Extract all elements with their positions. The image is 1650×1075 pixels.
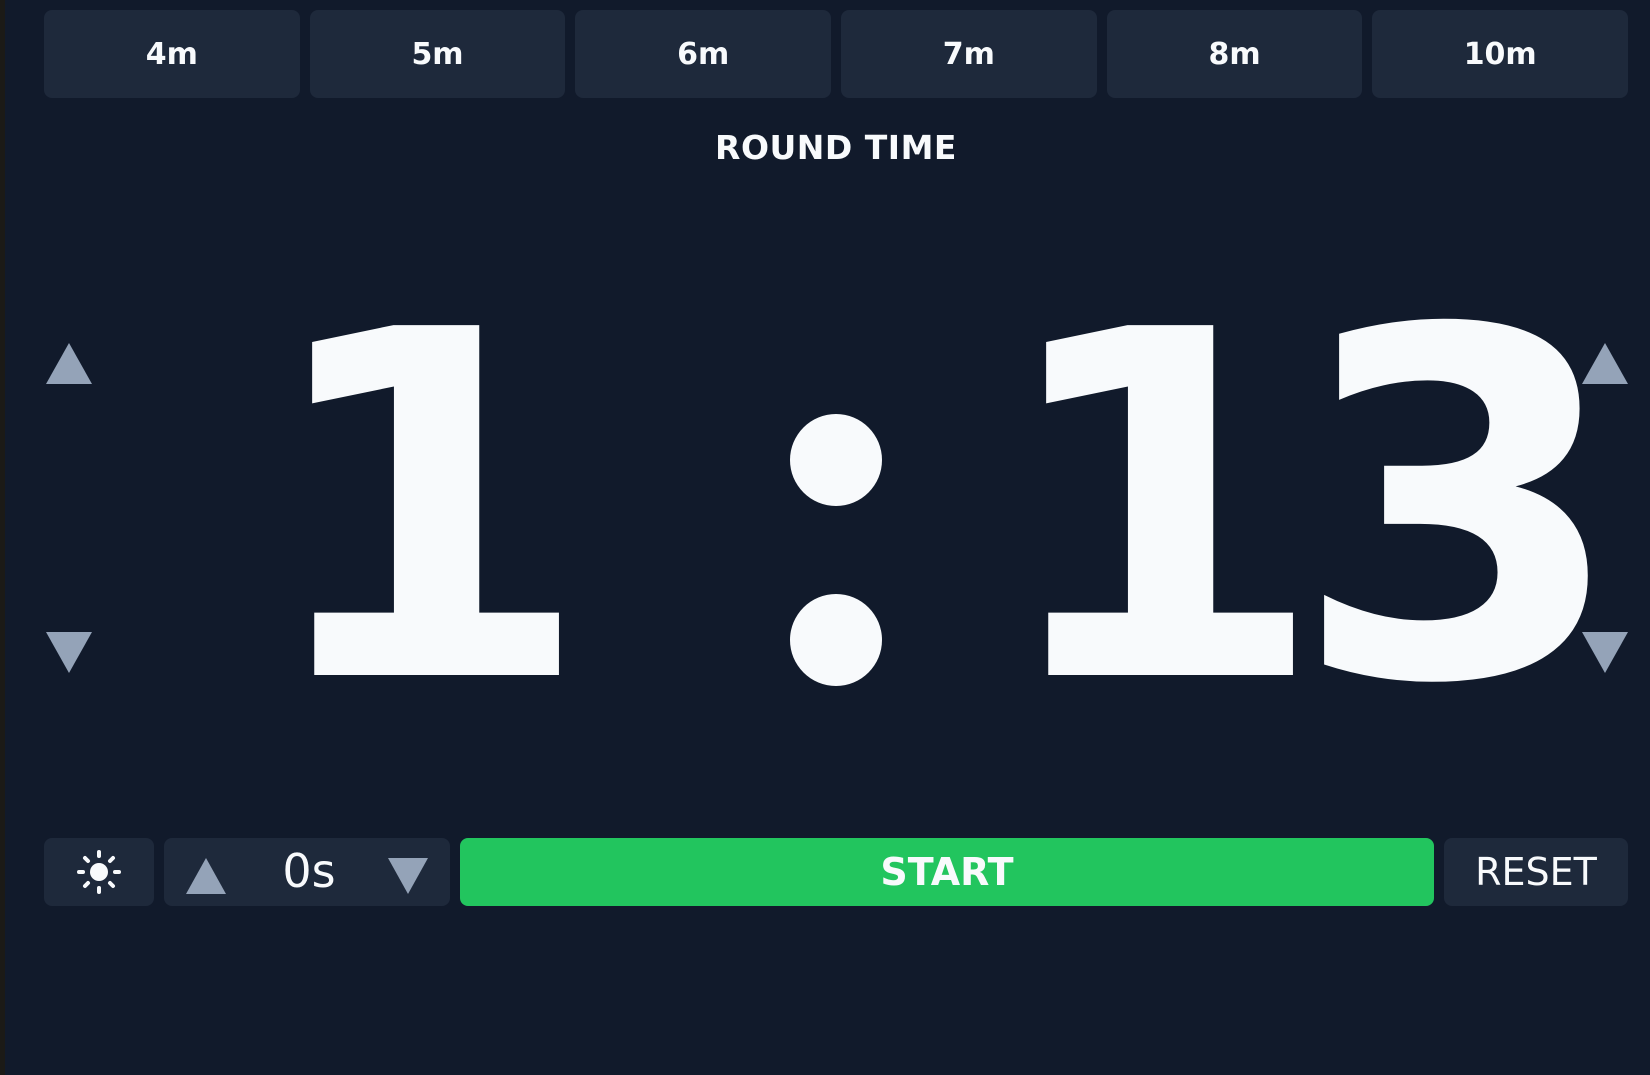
reset-button[interactable]: RESET: [1444, 838, 1628, 906]
round-time-label: ROUND TIME: [715, 128, 957, 167]
delay-increment-icon[interactable]: [186, 858, 226, 894]
minutes-increment-icon[interactable]: [46, 343, 92, 384]
timer-seconds-ones: 3: [1292, 230, 1626, 789]
start-button[interactable]: START: [460, 838, 1434, 906]
timer-colon-top: [790, 414, 882, 506]
brightness-button[interactable]: [44, 838, 154, 906]
sun-icon: [77, 850, 121, 894]
timer-colon-bottom: [790, 594, 882, 686]
preset-button-10m[interactable]: 10m: [1372, 10, 1629, 98]
delay-stepper: 0s: [164, 838, 450, 906]
preset-button-5m[interactable]: 5m: [309, 10, 566, 98]
preset-button-7m[interactable]: 7m: [841, 10, 1097, 98]
delay-decrement-icon[interactable]: [388, 858, 428, 894]
minutes-decrement-icon[interactable]: [46, 632, 92, 673]
preset-button-4m[interactable]: 4m: [44, 10, 300, 98]
preset-bar: 4m 5m 6m 7m 8m 10m: [44, 10, 1629, 98]
timer-seconds-tens: 1: [992, 230, 1326, 789]
delay-value: 0s: [282, 844, 336, 898]
preset-button-8m[interactable]: 8m: [1106, 10, 1363, 98]
timer-minutes: 1: [258, 230, 592, 789]
preset-button-6m[interactable]: 6m: [575, 10, 832, 98]
